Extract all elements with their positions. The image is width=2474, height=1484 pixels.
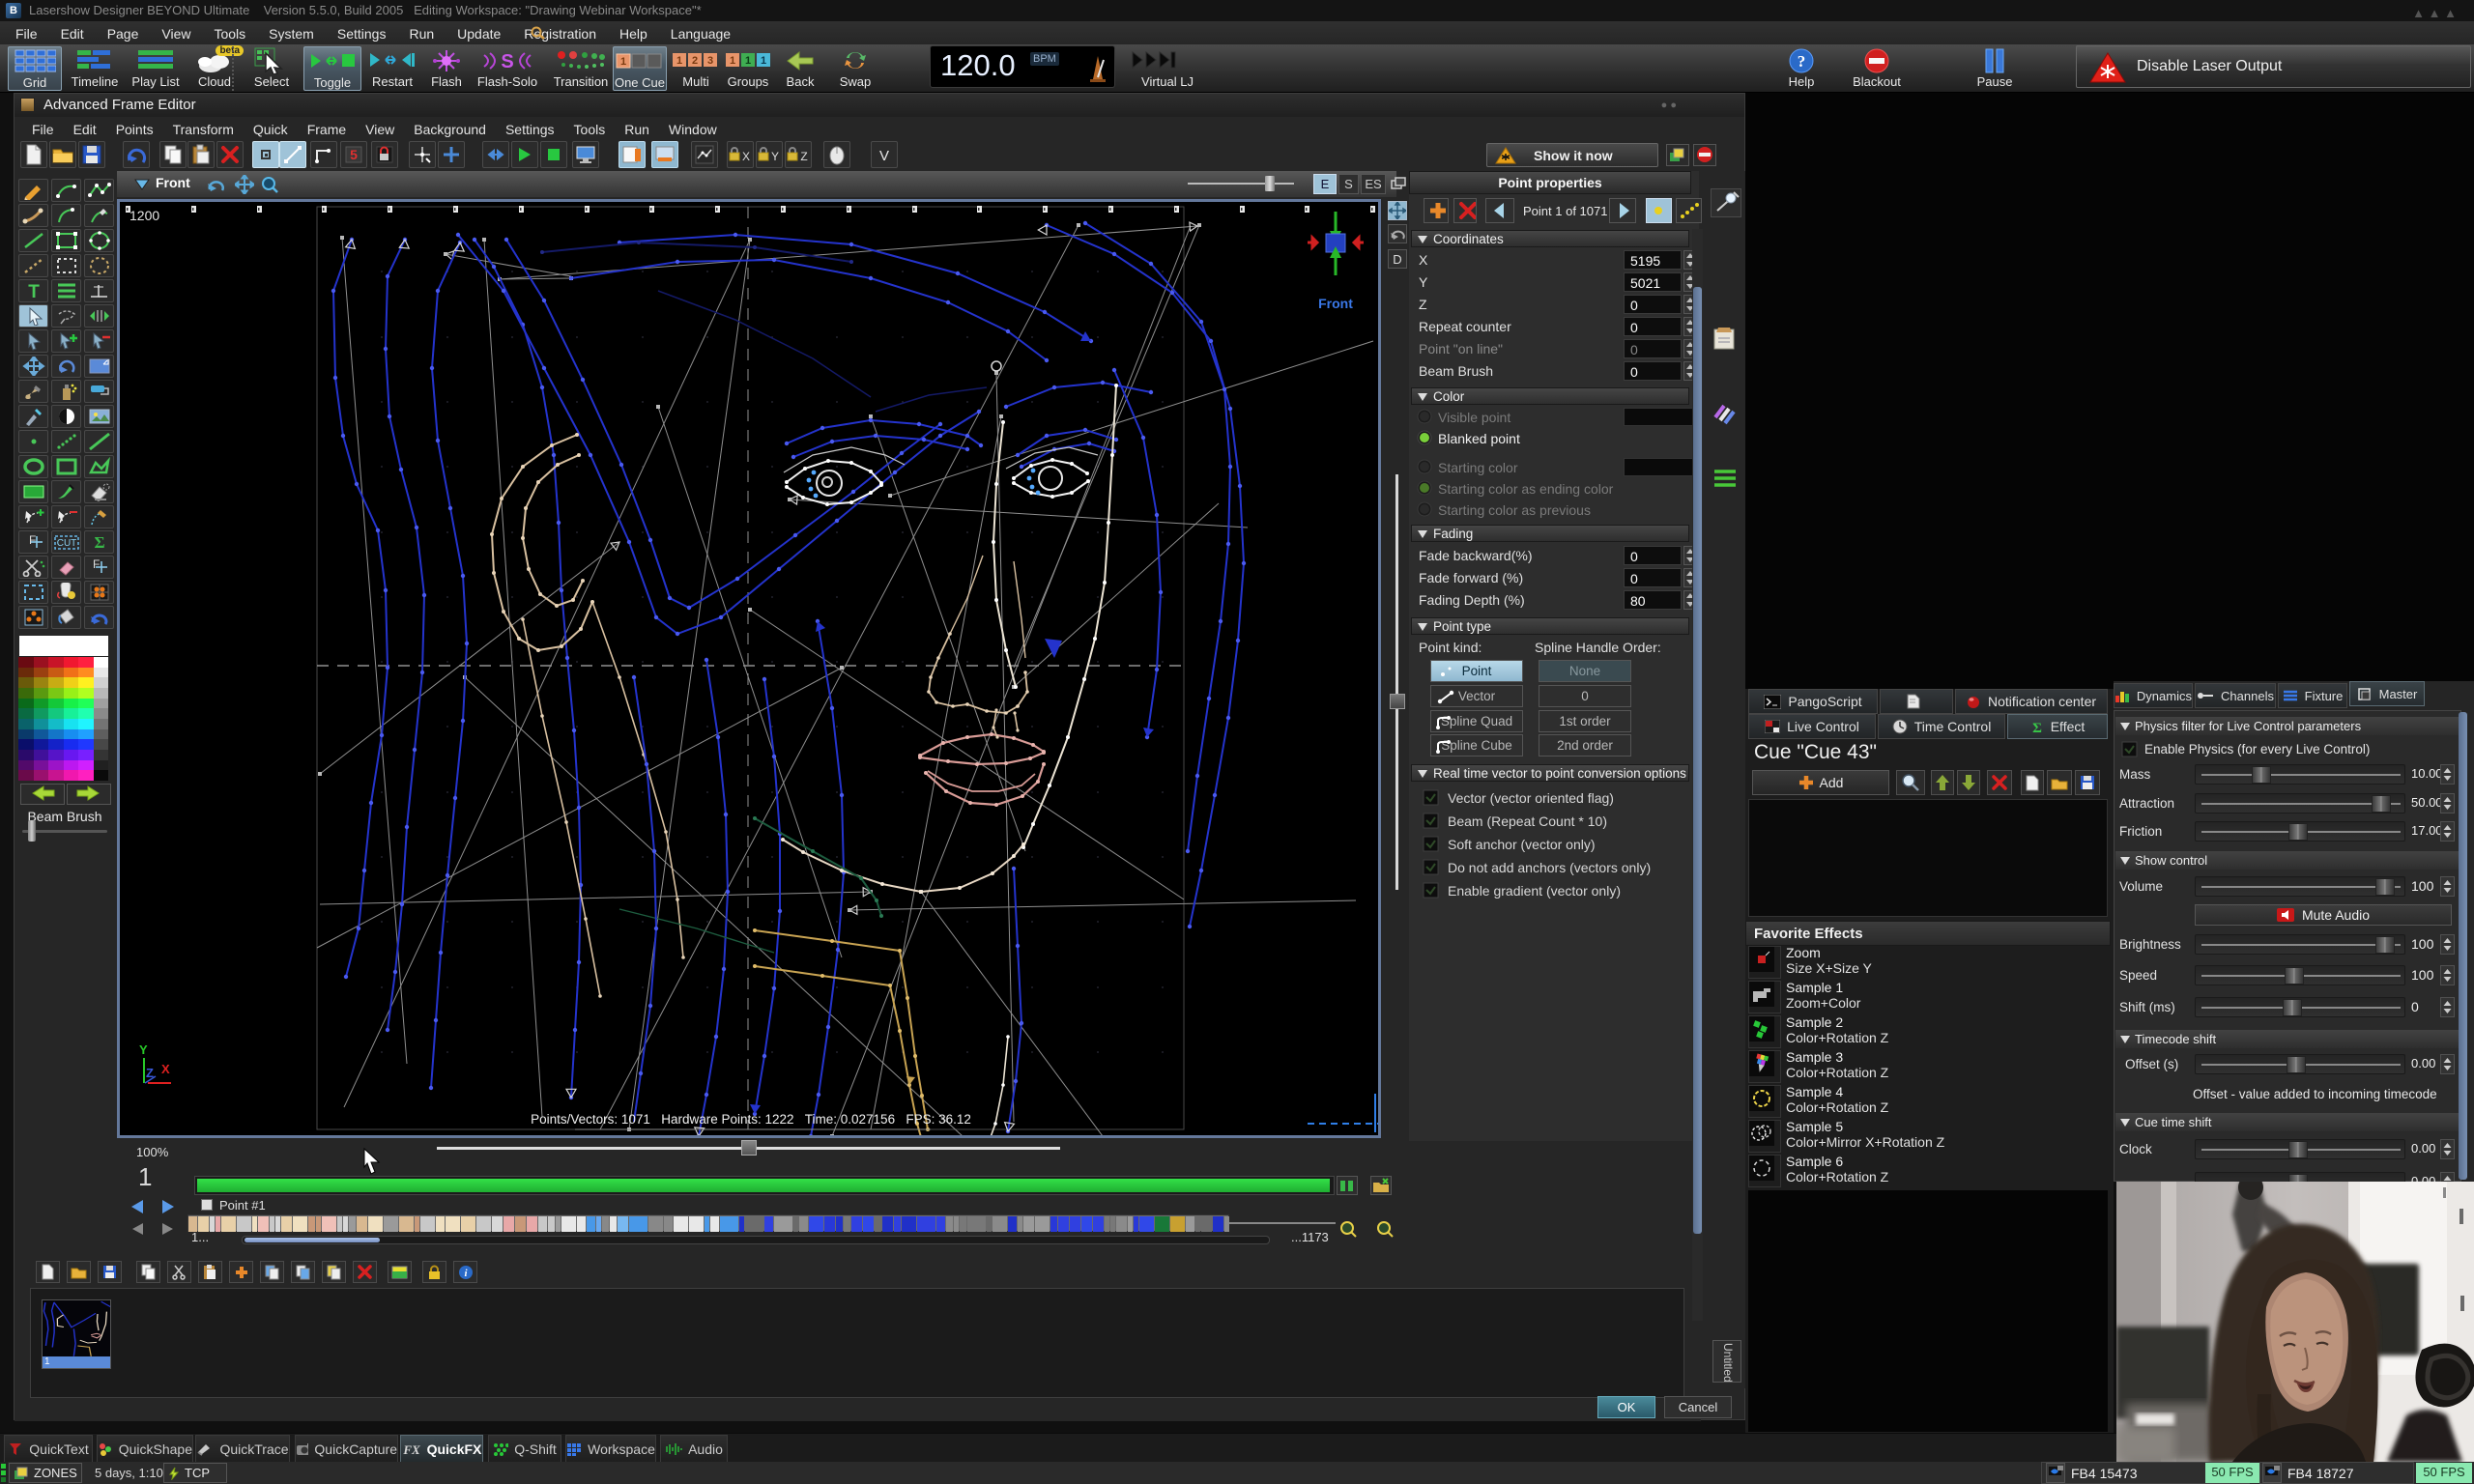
svg-text:F: F: [29, 533, 36, 547]
svg-text:1200: 1200: [129, 208, 159, 223]
svg-text:?: ?: [1798, 52, 1806, 71]
svg-text:X: X: [161, 1062, 170, 1076]
svg-text:Y: Y: [771, 150, 779, 163]
svg-text:1: 1: [745, 55, 751, 67]
svg-text:5: 5: [350, 147, 358, 162]
svg-text:2: 2: [692, 55, 698, 67]
svg-text:1: 1: [761, 55, 766, 67]
svg-text:X: X: [742, 150, 750, 163]
svg-text:V: V: [879, 148, 889, 164]
svg-text:Σ: Σ: [94, 533, 104, 552]
svg-text:3: 3: [707, 55, 713, 67]
svg-text:Z: Z: [800, 150, 807, 163]
svg-text:F: F: [93, 557, 100, 571]
svg-text:S: S: [501, 51, 513, 72]
svg-text:1: 1: [676, 55, 682, 67]
svg-text:FX: FX: [402, 1442, 420, 1457]
svg-text:CUT: CUT: [56, 538, 76, 549]
svg-text:Σ: Σ: [2032, 721, 2042, 734]
svg-text:1: 1: [730, 55, 735, 67]
svg-text:Y: Y: [139, 1042, 148, 1057]
svg-text:1: 1: [620, 56, 626, 68]
svg-text:T: T: [28, 282, 40, 300]
svg-text:Front: Front: [1318, 296, 1353, 311]
svg-text:Points/Vectors: 1071 Hardwar: Points/Vectors: 1071 Hardware Points: 12…: [531, 1112, 971, 1127]
